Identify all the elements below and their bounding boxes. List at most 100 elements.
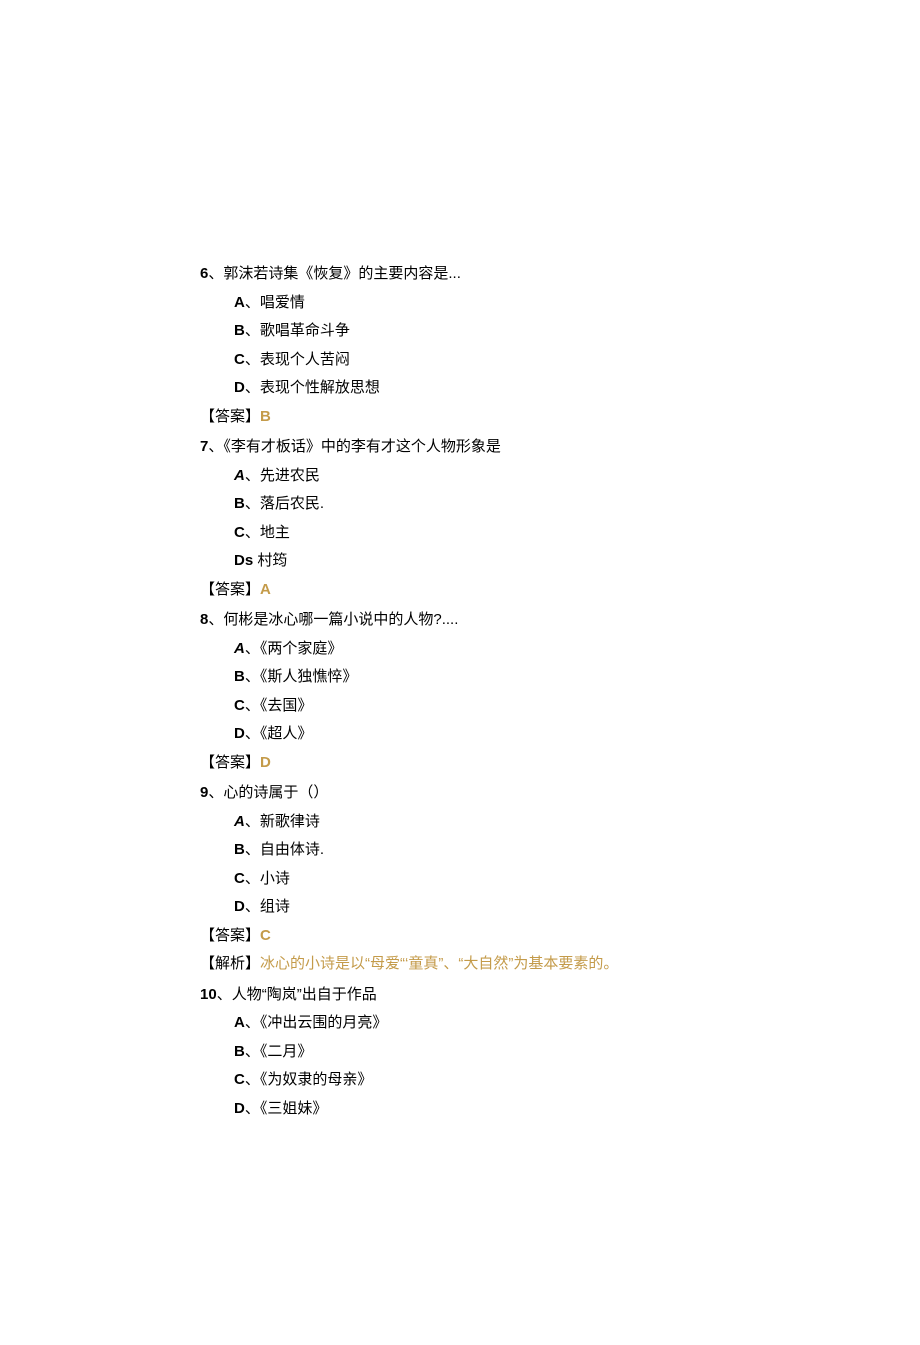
option-text: 《二月》 — [260, 1043, 313, 1060]
option-item: C、表现个人苦闷 — [234, 346, 720, 375]
question-text: 心的诗属于（） — [223, 784, 328, 801]
option-text: 《去国》 — [260, 697, 313, 714]
option-separator: 、 — [245, 668, 260, 685]
question-separator: 、 — [208, 265, 223, 282]
option-text: 表现个性解放思想 — [260, 379, 380, 396]
option-label: C — [234, 524, 245, 541]
answer-label: 【答案】 — [200, 754, 260, 771]
option-label: B — [234, 322, 245, 339]
answer-value: A — [260, 581, 271, 598]
option-text: 落后农民. — [260, 495, 324, 512]
answer-value: B — [260, 408, 271, 425]
option-item: D、组诗 — [234, 893, 720, 922]
option-item: D、《三姐妹》 — [234, 1095, 720, 1124]
option-separator: 、 — [245, 379, 260, 396]
question-stem: 6、郭沫若诗集《恢复》的主要内容是... — [200, 260, 720, 289]
option-text: 先进农民 — [260, 467, 320, 484]
answer-label: 【答案】 — [200, 927, 260, 944]
option-list: A、唱爱情B、歌唱革命斗争C、表现个人苦闷D、表现个性解放思想 — [200, 289, 720, 403]
option-separator: 、 — [245, 524, 260, 541]
option-text: 新歌律诗 — [260, 813, 320, 830]
option-item: D、《超人》 — [234, 720, 720, 749]
option-separator: 、 — [245, 697, 260, 714]
option-item: B、《二月》 — [234, 1038, 720, 1067]
option-item: C、小诗 — [234, 865, 720, 894]
option-label: B — [234, 668, 245, 685]
question-number: 10 — [200, 986, 217, 1003]
option-item: B、歌唱革命斗争 — [234, 317, 720, 346]
option-item: A、《两个家庭》 — [234, 635, 720, 664]
option-item: A、先进农民 — [234, 462, 720, 491]
explain-label: 【解析】 — [200, 955, 260, 972]
option-item: D、表现个性解放思想 — [234, 374, 720, 403]
option-item: B、落后农民. — [234, 490, 720, 519]
option-separator: 、 — [245, 1071, 260, 1088]
question-block: 9、心的诗属于（）A、新歌律诗B、自由体诗.C、小诗D、组诗【答案】C【解析】冰… — [200, 779, 720, 979]
option-item: A、《冲出云围的月亮》 — [234, 1009, 720, 1038]
option-item: B、《斯人独憔悴》 — [234, 663, 720, 692]
option-text: 村筠 — [257, 552, 287, 569]
answer-label: 【答案】 — [200, 581, 260, 598]
option-list: A、先进农民B、落后农民.C、地主Ds 村筠 — [200, 462, 720, 576]
option-label: A — [234, 640, 245, 657]
explain-text: 冰心的小诗是以“母爱“‘童真”、“大自然”为基本要素的。 — [260, 955, 618, 972]
answer-label: 【答案】 — [200, 408, 260, 425]
question-text: 《李有才板话》中的李有才这个人物形象是 — [223, 438, 501, 455]
option-text: 《为奴隶的母亲》 — [260, 1071, 373, 1088]
question-stem: 10、人物“陶岚”出自于作品 — [200, 981, 720, 1010]
option-text: 表现个人苦闷 — [260, 351, 350, 368]
option-item: Ds 村筠 — [234, 547, 720, 576]
question-text: 何彬是冰心哪一篇小说中的人物?.... — [223, 611, 458, 628]
option-separator: 、 — [245, 898, 260, 915]
option-separator: 、 — [245, 1100, 260, 1117]
option-item: C、地主 — [234, 519, 720, 548]
option-item: C、《为奴隶的母亲》 — [234, 1066, 720, 1095]
option-separator: 、 — [245, 294, 260, 311]
option-item: A、唱爱情 — [234, 289, 720, 318]
answer-value: C — [260, 927, 271, 944]
option-text: 《超人》 — [260, 725, 313, 742]
question-block: 8、何彬是冰心哪一篇小说中的人物?....A、《两个家庭》B、《斯人独憔悴》C、… — [200, 606, 720, 777]
answer-value: D — [260, 754, 271, 771]
option-label: C — [234, 351, 245, 368]
option-label: D — [234, 725, 245, 742]
option-separator: 、 — [245, 725, 260, 742]
question-stem: 7、《李有才板话》中的李有才这个人物形象是 — [200, 433, 720, 462]
option-item: B、自由体诗. — [234, 836, 720, 865]
option-label: A — [234, 1014, 245, 1031]
option-separator: 、 — [245, 322, 260, 339]
option-separator: 、 — [245, 1043, 260, 1060]
option-text: 《斯人独憔悴》 — [260, 668, 358, 685]
option-label: C — [234, 1071, 245, 1088]
option-label: A — [234, 813, 245, 830]
document-root: 6、郭沫若诗集《恢复》的主要内容是...A、唱爱情B、歌唱革命斗争C、表现个人苦… — [200, 260, 720, 1123]
option-list: A、《两个家庭》B、《斯人独憔悴》C、《去国》D、《超人》 — [200, 635, 720, 749]
option-text: 唱爱情 — [260, 294, 305, 311]
option-label: A — [234, 294, 245, 311]
option-text: 《两个家庭》 — [260, 640, 343, 657]
answer-line: 【答案】D — [200, 749, 720, 778]
option-label: B — [234, 495, 245, 512]
option-text: 自由体诗. — [260, 841, 324, 858]
option-list: A、新歌律诗B、自由体诗.C、小诗D、组诗 — [200, 808, 720, 922]
option-label: Ds — [234, 552, 253, 569]
question-separator: 、 — [208, 784, 223, 801]
option-separator: 、 — [245, 495, 260, 512]
option-text: 《冲出云围的月亮》 — [260, 1014, 388, 1031]
answer-line: 【答案】A — [200, 576, 720, 605]
option-separator: 、 — [245, 813, 260, 830]
option-text: 歌唱革命斗争 — [260, 322, 350, 339]
option-label: D — [234, 898, 245, 915]
option-text: 地主 — [260, 524, 290, 541]
answer-line: 【答案】C — [200, 922, 720, 951]
question-separator: 、 — [217, 986, 232, 1003]
option-separator: 、 — [245, 351, 260, 368]
question-text: 郭沫若诗集《恢复》的主要内容是... — [223, 265, 461, 282]
option-label: B — [234, 1043, 245, 1060]
option-label: C — [234, 870, 245, 887]
question-block: 7、《李有才板话》中的李有才这个人物形象是A、先进农民B、落后农民.C、地主Ds… — [200, 433, 720, 604]
question-stem: 8、何彬是冰心哪一篇小说中的人物?.... — [200, 606, 720, 635]
option-separator: 、 — [245, 467, 260, 484]
option-separator: 、 — [245, 1014, 260, 1031]
option-separator: 、 — [245, 841, 260, 858]
